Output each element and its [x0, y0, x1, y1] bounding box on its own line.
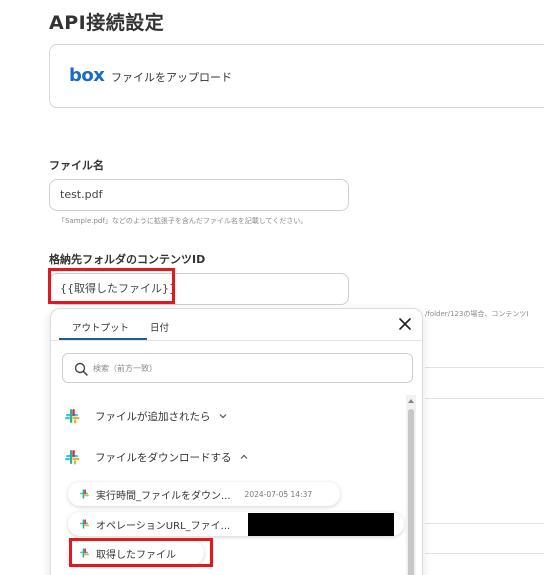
redacted-value — [248, 513, 394, 536]
folder-id-hint: /folder/123の場合、コンテンツI — [425, 310, 529, 318]
slack-icon — [80, 489, 89, 499]
file-name-hint: 「Sample.pdf」などのように拡張子を含んだファイル名を記載してください。 — [58, 217, 308, 225]
search-icon — [74, 362, 88, 376]
divider — [425, 553, 544, 554]
output-item-label: オペレーションURL_ファイ... — [96, 520, 231, 532]
output-group-file-download[interactable]: ファイルをダウンロードする — [63, 447, 248, 467]
app-action-label: ファイルをアップロード — [111, 71, 232, 84]
output-group-label: ファイルが追加されたら — [95, 410, 211, 423]
divider — [425, 367, 544, 368]
slack-icon — [65, 450, 80, 465]
file-name-label: ファイル名 — [49, 159, 104, 172]
chevron-down-icon[interactable] — [219, 412, 227, 420]
tab-date[interactable]: 日付 — [150, 320, 169, 334]
page-title: API接続設定 — [49, 12, 165, 34]
highlight-box-folder-id — [48, 268, 175, 304]
divider — [425, 523, 544, 524]
divider — [425, 398, 544, 399]
file-name-input[interactable]: test.pdf — [49, 179, 349, 211]
folder-id-label: 格納先フォルダのコンテンツID — [49, 253, 206, 266]
app-action-card[interactable]: box ファイルをアップロード — [49, 44, 544, 108]
search-input[interactable]: 検索（前方一致） — [62, 353, 413, 383]
output-item-value: 2024-07-05 14:37 — [244, 489, 313, 499]
output-group-label: ファイルをダウンロードする — [95, 451, 232, 464]
scroll-up-arrow-icon[interactable] — [408, 399, 414, 403]
output-group-file-added[interactable]: ファイルが追加されたら — [63, 406, 227, 426]
output-item-label: 実行時間_ファイルをダウン... — [96, 490, 231, 502]
tab-divider — [51, 340, 422, 341]
box-logo: box — [69, 65, 105, 86]
output-item-exec-time[interactable]: 実行時間_ファイルをダウン... 2024-07-05 14:37 — [68, 482, 340, 506]
chevron-up-icon[interactable] — [240, 453, 248, 461]
slack-icon — [80, 519, 89, 529]
search-placeholder: 検索（前方一致） — [93, 364, 157, 373]
slack-icon — [65, 409, 80, 424]
scrollbar-thumb[interactable] — [408, 409, 414, 575]
tab-output[interactable]: アウトプット — [72, 320, 129, 334]
highlight-box-retrieved-file — [69, 538, 213, 567]
output-picker-popup: アウトプット 日付 検索（前方一致） ファイルが追加されたら ファイルをダウンロ… — [50, 308, 423, 575]
close-icon[interactable] — [398, 317, 412, 331]
